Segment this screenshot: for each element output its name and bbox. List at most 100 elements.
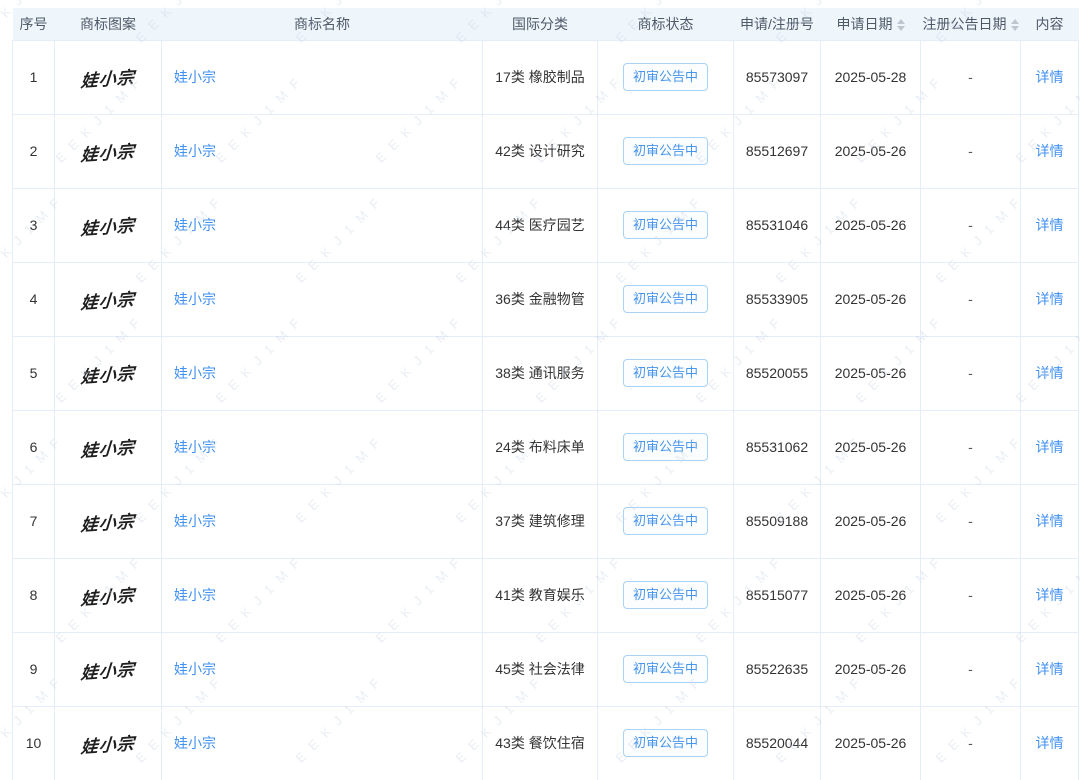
trademark-name-link[interactable]: 娃小宗: [174, 217, 216, 233]
detail-link[interactable]: 详情: [1036, 735, 1064, 751]
status-badge: 初审公告中: [622, 211, 708, 239]
trademark-name-link[interactable]: 娃小宗: [174, 735, 216, 751]
trademark-image-cell: 娃小宗: [54, 187, 162, 263]
app-date-cell: 2025-05-26: [820, 631, 921, 707]
trademark-image-cell: 娃小宗: [54, 631, 162, 707]
classification-cell: 24类 布料床单: [482, 409, 598, 485]
trademark-table: 序号 商标图案 商标名称 国际分类 商标状态 申请/注册号 申请日期 注册公告日…: [12, 8, 1079, 780]
trademark-image-cell: 娃小宗: [54, 483, 162, 559]
table-row: 3 娃小宗 娃小宗 44类 医疗园艺 初审公告中 85531046 2025-0…: [12, 187, 1079, 263]
trademark-name-cell: 娃小宗: [161, 409, 483, 485]
status-badge: 初审公告中: [622, 285, 708, 313]
trademark-logo-image: 娃小宗: [80, 67, 136, 92]
trademark-name-link[interactable]: 娃小宗: [174, 291, 216, 307]
app-date-cell: 2025-05-26: [820, 483, 921, 559]
status-cell: 初审公告中: [597, 631, 734, 707]
classification-cell: 41类 教育娱乐: [482, 557, 598, 633]
classification-cell: 38类 通讯服务: [482, 335, 598, 411]
action-cell: 详情: [1020, 113, 1079, 189]
status-badge: 初审公告中: [622, 507, 708, 535]
row-index: 4: [12, 261, 55, 337]
reg-pub-date-cell: -: [920, 705, 1021, 780]
action-cell: 详情: [1020, 187, 1079, 263]
trademark-name-link[interactable]: 娃小宗: [174, 69, 216, 85]
app-date-cell: 2025-05-26: [820, 113, 921, 189]
trademark-name-link[interactable]: 娃小宗: [174, 365, 216, 381]
classification-cell: 43类 餐饮住宿: [482, 705, 598, 780]
row-index: 2: [12, 113, 55, 189]
header-reg-pub-date-sort[interactable]: 注册公告日期: [920, 8, 1021, 40]
header-label: 国际分类: [512, 15, 568, 32]
header-label: 序号: [19, 15, 48, 32]
reg-pub-date-cell: -: [920, 409, 1021, 485]
action-cell: 详情: [1020, 409, 1079, 485]
header-row: 序号 商标图案 商标名称 国际分类 商标状态 申请/注册号 申请日期 注册公告日…: [12, 8, 1079, 40]
status-cell: 初审公告中: [597, 187, 734, 263]
reg-pub-date-cell: -: [920, 557, 1021, 633]
status-badge: 初审公告中: [622, 63, 708, 91]
table-row: 10 娃小宗 娃小宗 43类 餐饮住宿 初审公告中 85520044 2025-…: [12, 705, 1079, 780]
trademark-name-link[interactable]: 娃小宗: [174, 143, 216, 159]
detail-link[interactable]: 详情: [1036, 365, 1064, 381]
table-row: 1 娃小宗 娃小宗 17类 橡胶制品 初审公告中 85573097 2025-0…: [12, 39, 1079, 115]
trademark-logo-image: 娃小宗: [80, 141, 136, 166]
trademark-name-link[interactable]: 娃小宗: [174, 661, 216, 677]
header-app-date-sort[interactable]: 申请日期: [820, 8, 921, 40]
row-index: 3: [12, 187, 55, 263]
detail-link[interactable]: 详情: [1036, 291, 1064, 307]
app-number-cell: 85573097: [733, 39, 821, 115]
header-mark-image: 商标图案: [54, 8, 162, 40]
detail-link[interactable]: 详情: [1036, 143, 1064, 159]
detail-link[interactable]: 详情: [1036, 69, 1064, 85]
app-number-cell: 85509188: [733, 483, 821, 559]
table-header: 序号 商标图案 商标名称 国际分类 商标状态 申请/注册号 申请日期 注册公告日…: [12, 8, 1079, 40]
detail-link[interactable]: 详情: [1036, 661, 1064, 677]
trademark-logo-image: 娃小宗: [80, 733, 136, 758]
trademark-name-link[interactable]: 娃小宗: [174, 439, 216, 455]
row-index: 7: [12, 483, 55, 559]
detail-link[interactable]: 详情: [1036, 439, 1064, 455]
trademark-logo-image: 娃小宗: [80, 363, 136, 388]
trademark-results-page: 序号 商标图案 商标名称 国际分类 商标状态 申请/注册号 申请日期 注册公告日…: [0, 0, 1080, 780]
trademark-logo-image: 娃小宗: [80, 511, 136, 536]
trademark-image-cell: 娃小宗: [54, 261, 162, 337]
detail-link[interactable]: 详情: [1036, 587, 1064, 603]
trademark-name-cell: 娃小宗: [161, 483, 483, 559]
trademark-name-link[interactable]: 娃小宗: [174, 513, 216, 529]
status-badge: 初审公告中: [622, 137, 708, 165]
app-date-cell: 2025-05-28: [820, 39, 921, 115]
header-label: 申请/注册号: [740, 15, 814, 32]
detail-link[interactable]: 详情: [1036, 513, 1064, 529]
trademark-name-cell: 娃小宗: [161, 705, 483, 780]
app-number-cell: 85512697: [733, 113, 821, 189]
trademark-image-cell: 娃小宗: [54, 335, 162, 411]
row-index: 1: [12, 39, 55, 115]
sort-icon: [896, 19, 905, 32]
row-index: 9: [12, 631, 55, 707]
row-index: 5: [12, 335, 55, 411]
detail-link[interactable]: 详情: [1036, 217, 1064, 233]
trademark-name-cell: 娃小宗: [161, 261, 483, 337]
reg-pub-date-cell: -: [920, 39, 1021, 115]
app-date-cell: 2025-05-26: [820, 187, 921, 263]
action-cell: 详情: [1020, 557, 1079, 633]
reg-pub-date-cell: -: [920, 335, 1021, 411]
action-cell: 详情: [1020, 483, 1079, 559]
reg-pub-date-cell: -: [920, 483, 1021, 559]
app-date-cell: 2025-05-26: [820, 261, 921, 337]
status-cell: 初审公告中: [597, 557, 734, 633]
table-row: 7 娃小宗 娃小宗 37类 建筑修理 初审公告中 85509188 2025-0…: [12, 483, 1079, 559]
trademark-logo-image: 娃小宗: [80, 659, 136, 684]
trademark-name-link[interactable]: 娃小宗: [174, 587, 216, 603]
status-cell: 初审公告中: [597, 335, 734, 411]
table-body: 1 娃小宗 娃小宗 17类 橡胶制品 初审公告中 85573097 2025-0…: [12, 39, 1079, 780]
table-row: 8 娃小宗 娃小宗 41类 教育娱乐 初审公告中 85515077 2025-0…: [12, 557, 1079, 633]
status-badge: 初审公告中: [622, 581, 708, 609]
app-date-cell: 2025-05-26: [820, 335, 921, 411]
app-date-cell: 2025-05-26: [820, 705, 921, 780]
trademark-name-cell: 娃小宗: [161, 335, 483, 411]
app-number-cell: 85531062: [733, 409, 821, 485]
reg-pub-date-cell: -: [920, 631, 1021, 707]
status-badge: 初审公告中: [622, 729, 708, 757]
app-date-cell: 2025-05-26: [820, 557, 921, 633]
